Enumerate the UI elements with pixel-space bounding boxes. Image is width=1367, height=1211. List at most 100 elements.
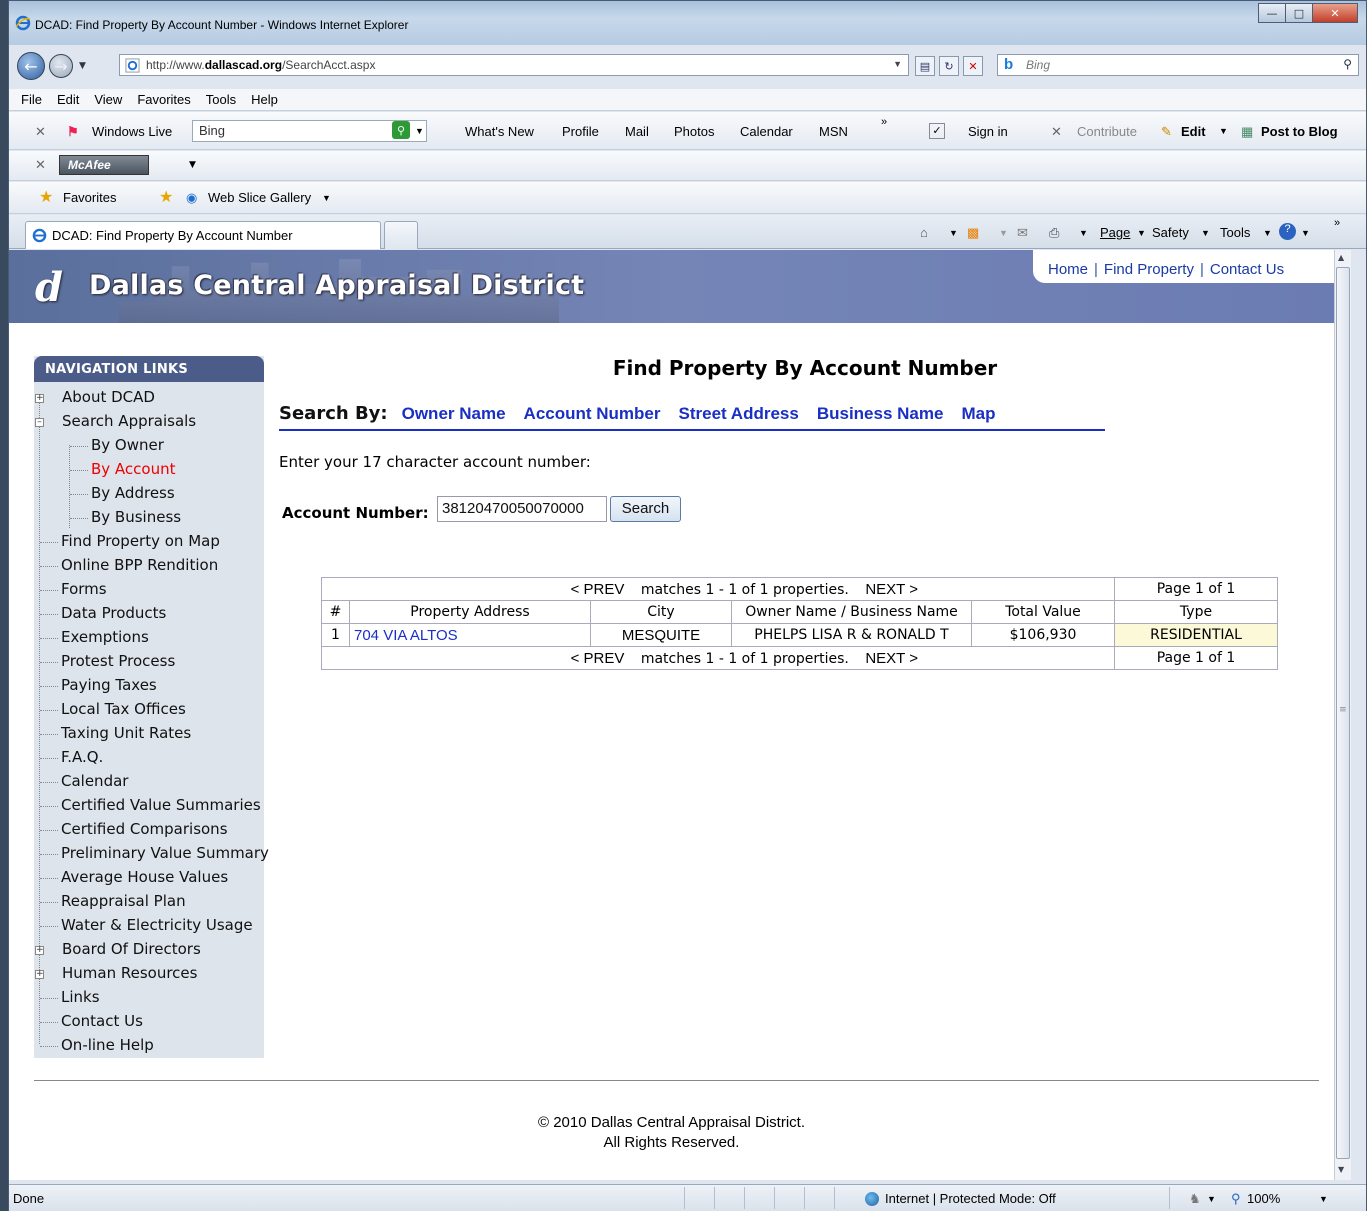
expand-about-icon[interactable]: + (35, 394, 44, 403)
read-mail-icon[interactable]: ✉ (1017, 225, 1028, 241)
collapse-search-appraisals-icon[interactable]: – (35, 418, 44, 427)
url-dropdown-icon[interactable]: ▼ (893, 59, 902, 69)
windows-live-label[interactable]: Windows Live (92, 124, 172, 139)
home-icon[interactable]: ⌂ (920, 225, 928, 240)
stop-icon[interactable]: ✕ (963, 56, 983, 76)
add-favorite-icon[interactable]: ★ (159, 187, 173, 207)
nav-find-property-on-map[interactable]: Find Property on Map (61, 532, 220, 556)
nav-by-account[interactable]: By Account (91, 460, 176, 484)
tools-dropdown-icon[interactable]: ▼ (1263, 228, 1272, 238)
scroll-down-icon[interactable]: ▼ (1338, 1165, 1344, 1174)
tools-menu[interactable]: Tools (1220, 225, 1250, 240)
search-by-business-name[interactable]: Business Name (817, 404, 944, 423)
nav-search-appraisals[interactable]: Search Appraisals (62, 412, 196, 436)
security-zone-text[interactable]: Internet | Protected Mode: Off (885, 1191, 1056, 1206)
protected-mode-icon[interactable]: ♞ (1189, 1191, 1201, 1207)
search-icon[interactable]: ⚲ (1343, 57, 1352, 71)
property-address-text[interactable]: 704 VIA ALTOS (354, 627, 458, 644)
contribute-label[interactable]: Contribute (1077, 124, 1137, 139)
more-chevron-icon[interactable]: » (881, 116, 887, 128)
safety-menu[interactable]: Safety (1152, 225, 1189, 240)
close-contribute-icon[interactable]: ✕ (1051, 124, 1062, 140)
nav-by-business[interactable]: By Business (91, 508, 181, 532)
windows-live-go-icon[interactable]: ⚲ (392, 121, 410, 139)
property-address-link[interactable]: 704 VIA ALTOS (349, 623, 591, 647)
search-by-street-address[interactable]: Street Address (679, 404, 799, 423)
url-field[interactable]: http://www. dallascad.org/SearchAcct.aspx… (119, 54, 909, 76)
new-tab-button[interactable] (384, 221, 418, 249)
favorites-button[interactable]: Favorites (63, 190, 116, 205)
help-icon[interactable]: ? (1279, 223, 1296, 240)
nav-online-help[interactable]: On-line Help (61, 1036, 154, 1060)
scroll-up-icon[interactable]: ▲ (1338, 253, 1344, 262)
menu-edit[interactable]: Edit (57, 92, 79, 107)
print-dropdown-icon[interactable]: ▼ (1079, 228, 1088, 238)
nav-by-owner[interactable]: By Owner (91, 436, 164, 460)
link-mail[interactable]: Mail (625, 124, 649, 139)
nav-certified-comparisons[interactable]: Certified Comparisons (61, 820, 228, 844)
menu-tools[interactable]: Tools (206, 92, 236, 107)
nav-forms[interactable]: Forms (61, 580, 107, 604)
back-button[interactable]: ← (17, 52, 45, 80)
nav-exemptions[interactable]: Exemptions (61, 628, 149, 652)
nav-data-products[interactable]: Data Products (61, 604, 166, 628)
nav-paying-taxes[interactable]: Paying Taxes (61, 676, 157, 700)
safety-dropdown-icon[interactable]: ▼ (1201, 228, 1210, 238)
mcafee-button[interactable]: McAfee (59, 155, 149, 175)
nav-protest-process[interactable]: Protest Process (61, 652, 175, 676)
checkbox-icon[interactable]: ✓ (929, 123, 945, 139)
zoom-level[interactable]: 100% (1247, 1191, 1280, 1206)
link-profile[interactable]: Profile (562, 124, 599, 139)
browser-search-field[interactable]: b Bing ⚲ (997, 54, 1359, 76)
sign-in-link[interactable]: Sign in (968, 124, 1008, 139)
nav-water-electricity-usage[interactable]: Water & Electricity Usage (61, 916, 253, 940)
prev-link-top[interactable]: < PREV (571, 581, 625, 598)
mcafee-dropdown-icon[interactable]: ▼ (189, 160, 196, 170)
web-slice-gallery-link[interactable]: Web Slice Gallery (208, 190, 311, 205)
top-link-find-property[interactable]: Find Property (1104, 261, 1194, 278)
minimize-button[interactable]: — (1258, 3, 1286, 23)
top-link-contact-us[interactable]: Contact Us (1210, 261, 1284, 278)
nav-faq[interactable]: F.A.Q. (61, 748, 103, 772)
command-bar-chevron-icon[interactable]: » (1334, 217, 1340, 229)
zoom-icon[interactable]: ⚲ (1231, 1191, 1241, 1207)
next-link-bottom[interactable]: NEXT > (865, 650, 918, 667)
close-mcafee-icon[interactable]: ✕ (35, 158, 46, 173)
nav-board-of-directors[interactable]: Board Of Directors (62, 940, 201, 964)
search-options-dropdown-icon[interactable]: ▼ (415, 126, 424, 136)
feeds-icon[interactable]: ▩ (967, 225, 979, 241)
zoom-dropdown-icon[interactable]: ▼ (1319, 1194, 1328, 1204)
page-menu-dropdown-icon[interactable]: ▼ (1137, 228, 1146, 238)
protected-mode-dropdown-icon[interactable]: ▼ (1207, 1194, 1216, 1204)
nav-average-house-values[interactable]: Average House Values (61, 868, 228, 892)
search-by-owner-name[interactable]: Owner Name (402, 404, 506, 423)
nav-online-bpp-rendition[interactable]: Online BPP Rendition (61, 556, 218, 580)
prev-link-bottom[interactable]: < PREV (571, 650, 625, 667)
help-dropdown-icon[interactable]: ▼ (1301, 228, 1310, 238)
search-button[interactable]: Search (610, 496, 681, 522)
web-slice-dropdown-icon[interactable]: ▼ (322, 193, 331, 203)
search-by-map[interactable]: Map (961, 404, 995, 423)
maximize-button[interactable]: □ (1285, 3, 1313, 23)
expand-board-icon[interactable]: + (35, 946, 44, 955)
nav-calendar[interactable]: Calendar (61, 772, 128, 796)
post-to-blog-label[interactable]: Post to Blog (1261, 124, 1338, 139)
menu-file[interactable]: File (21, 92, 42, 107)
nav-by-address[interactable]: By Address (91, 484, 175, 508)
nav-contact-us[interactable]: Contact Us (61, 1012, 143, 1036)
account-number-input[interactable]: 38120470050070000 (437, 496, 607, 522)
nav-local-tax-offices[interactable]: Local Tax Offices (61, 700, 186, 724)
print-icon[interactable]: ⎙ (1049, 225, 1059, 241)
menu-view[interactable]: View (94, 92, 122, 107)
nav-links[interactable]: Links (61, 988, 100, 1012)
tab-active[interactable]: DCAD: Find Property By Account Number (25, 221, 381, 249)
feeds-dropdown-icon[interactable]: ▼ (999, 228, 1008, 238)
nav-preliminary-value-summary[interactable]: Preliminary Value Summary (61, 844, 269, 868)
top-link-home[interactable]: Home (1048, 261, 1088, 278)
menu-favorites[interactable]: Favorites (137, 92, 190, 107)
nav-about-dcad[interactable]: About DCAD (62, 388, 155, 412)
nav-taxing-unit-rates[interactable]: Taxing Unit Rates (61, 724, 191, 748)
link-msn[interactable]: MSN (819, 124, 848, 139)
compatibility-view-icon[interactable]: ▤ (915, 56, 935, 76)
refresh-icon[interactable]: ↻ (939, 56, 959, 76)
